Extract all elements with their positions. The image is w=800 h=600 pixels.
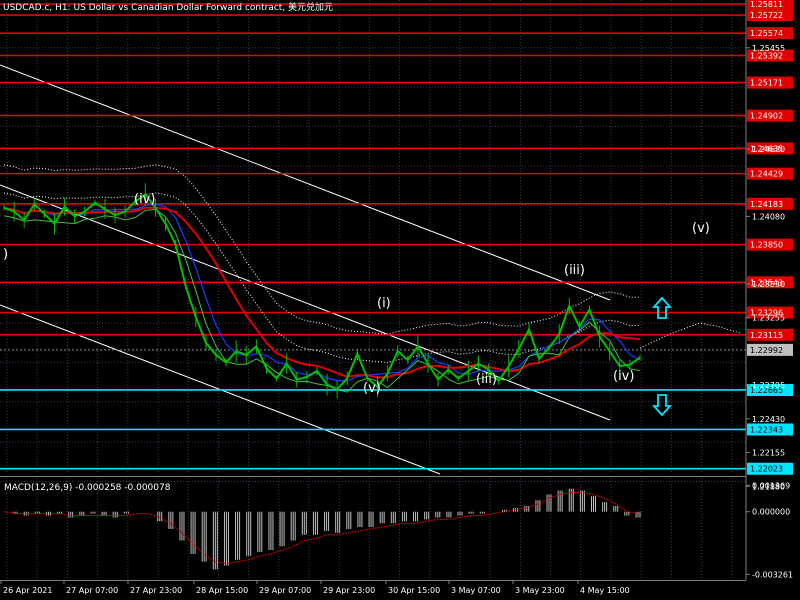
price-tick-label: 1.23255 [752, 314, 785, 323]
time-tick-label: 3 May 07:00 [451, 586, 501, 595]
time-tick-label: 4 May 15:00 [580, 586, 630, 595]
price-level-label: 1.24429 [750, 170, 783, 179]
time-tick-label: 28 Apr 15:00 [196, 586, 248, 595]
macd-header: MACD(12,26,9) -0.000258 -0.000078 [4, 483, 171, 493]
price-level-label: 1.25811 [750, 0, 783, 9]
macd-tick-label: 0.001369 [752, 481, 790, 490]
price-tick-label: 1.22430 [752, 415, 785, 424]
wave-label: (iii) [564, 263, 585, 278]
price-level-label: 1.25574 [750, 29, 783, 38]
price-level-label: 1.24902 [750, 112, 783, 121]
price-tick-label: 1.25455 [752, 44, 785, 53]
time-tick-label: 30 Apr 15:00 [388, 586, 440, 595]
price-tick-label: 1.24630 [752, 145, 785, 154]
price-level-label: 1.25171 [750, 79, 783, 88]
wave-label: (iii) [476, 372, 497, 387]
price-level-label: 1.22343 [750, 425, 783, 434]
macd-tick-label: -0.003261 [752, 570, 793, 579]
price-level-label: 1.25722 [750, 11, 783, 20]
price-tick-label: 1.22705 [752, 381, 785, 390]
wave-label: ) [3, 247, 8, 262]
price-tick-label: 1.24080 [752, 212, 785, 221]
chart-title: USDCAD.c, H1: US Dollar vs Canadian Doll… [3, 1, 333, 13]
wave-label: (iv) [613, 369, 634, 384]
time-tick-label: 26 Apr 2021 [3, 586, 52, 595]
price-level-label: 1.24183 [750, 200, 783, 209]
macd-tick-label: 0.000000 [752, 508, 790, 517]
price-level-label: 1.22023 [750, 465, 783, 474]
price-level-label: 1.23115 [750, 331, 783, 340]
time-tick-label: 3 May 23:00 [515, 586, 565, 595]
price-tick-label: 1.23530 [752, 280, 785, 289]
wave-label: (iv) [134, 192, 155, 207]
time-tick-label: 27 Apr 23:00 [130, 586, 182, 595]
wave-label: (v) [692, 221, 710, 236]
price-level-label: 1.25392 [750, 51, 783, 60]
price-level-label: 1.23850 [750, 241, 783, 250]
time-tick-label: 29 Apr 23:00 [323, 586, 375, 595]
time-tick-label: 29 Apr 07:00 [259, 586, 311, 595]
wave-label: (i) [377, 296, 391, 311]
current-price-label: 1.22992 [750, 346, 783, 355]
price-tick-label: 1.22155 [752, 449, 785, 458]
wave-label: (v) [363, 381, 381, 396]
time-tick-label: 27 Apr 07:00 [66, 586, 118, 595]
trading-chart[interactable]: 1.25811 1.25722 1.25574 1.25392 1.25171 1.249… [0, 0, 800, 600]
